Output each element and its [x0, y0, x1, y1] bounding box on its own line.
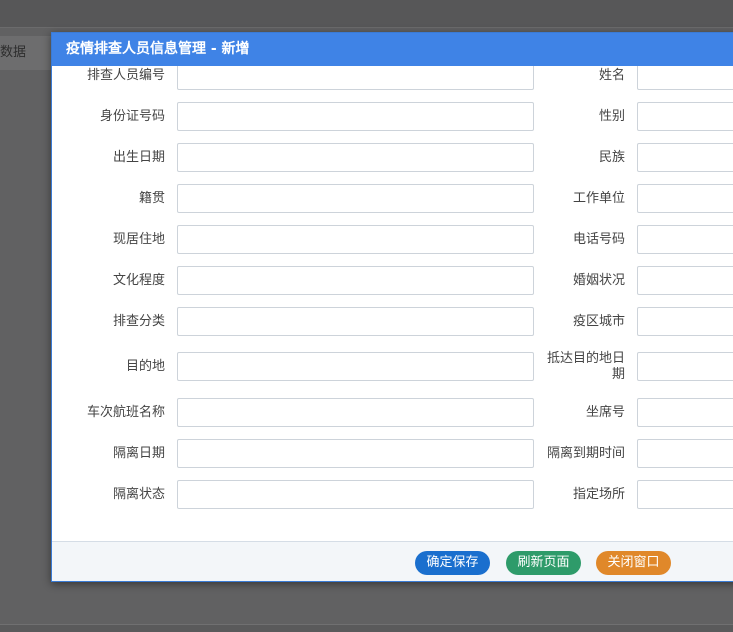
form-label-left: 排查人员编号 [86, 68, 165, 83]
top-strip [0, 0, 733, 28]
form-label-left: 车次航班名称 [86, 405, 165, 420]
form-label-right: 民族 [598, 150, 625, 165]
background-tab-label: 数据 [0, 45, 27, 60]
form-row: 身份证号码 性别 [52, 102, 733, 132]
form-input-left[interactable] [177, 225, 534, 254]
form-input-right[interactable] [637, 307, 733, 336]
form-label-right: 隔离到期时间 [546, 446, 625, 461]
form-input-left[interactable] [177, 352, 534, 381]
form-input-right[interactable] [637, 225, 733, 254]
form-label-left: 隔离状态 [112, 487, 165, 502]
form-label-right: 电话号码 [572, 232, 625, 247]
form-input-right[interactable] [637, 480, 733, 509]
form-input-left[interactable] [177, 102, 534, 131]
form-row: 现居住地 电话号码 [52, 225, 733, 255]
background-tab[interactable]: 数据 [0, 36, 52, 70]
refresh-button[interactable]: 刷新页面 [506, 551, 581, 575]
form-input-right[interactable] [637, 352, 733, 381]
form-input-left[interactable] [177, 398, 534, 427]
form-input-left[interactable] [177, 143, 534, 172]
form-input-left[interactable] [177, 307, 534, 336]
form-row: 目的地 抵达目的地日期 [52, 351, 733, 382]
form-label-left: 籍贯 [138, 191, 165, 206]
form-label-left: 隔离日期 [112, 446, 165, 461]
save-button[interactable]: 确定保存 [415, 551, 490, 575]
form-input-right[interactable] [637, 439, 733, 468]
form-label-right: 坐席号 [585, 405, 625, 420]
form-row: 出生日期 民族 [52, 143, 733, 173]
form-label-left: 目的地 [125, 359, 165, 374]
dialog-title: 疫情排查人员信息管理 - 新增 [66, 41, 250, 57]
form-label-left: 出生日期 [112, 150, 165, 165]
form-row: 隔离日期 隔离到期时间 [52, 439, 733, 469]
form-label-right: 性别 [598, 109, 625, 124]
form-input-right[interactable] [637, 266, 733, 295]
form-label-left: 文化程度 [112, 273, 165, 288]
add-record-dialog: 疫情排查人员信息管理 - 新增 排查人员编号 姓名身份证号码 性别出生日期 民族籍贯 工… [51, 32, 733, 582]
form-row: 排查人员编号 姓名 [52, 66, 733, 91]
dialog-header[interactable]: 疫情排查人员信息管理 - 新增 [52, 33, 733, 66]
form-input-left[interactable] [177, 184, 534, 213]
form-input-right[interactable] [637, 184, 733, 213]
form-label-right: 婚姻状况 [572, 273, 625, 288]
dialog-body: 排查人员编号 姓名身份证号码 性别出生日期 民族籍贯 工作单位现居住地 电话号码文化程度 婚… [52, 66, 733, 541]
form-input-left[interactable] [177, 266, 534, 295]
form-input-right[interactable] [637, 398, 733, 427]
form-row: 隔离状态 指定场所 [52, 480, 733, 510]
form-row: 籍贯 工作单位 [52, 184, 733, 214]
form-label-right: 工作单位 [572, 191, 625, 206]
form-row: 车次航班名称 坐席号 [52, 398, 733, 428]
form-label-left: 身份证号码 [99, 109, 165, 124]
close-window-button[interactable]: 关闭窗口 [596, 551, 671, 575]
form-label-right: 疫区城市 [572, 314, 625, 329]
form-row: 文化程度 婚姻状况 [52, 266, 733, 296]
form-input-right[interactable] [637, 102, 733, 131]
form-input-left[interactable] [177, 66, 534, 90]
form-label-right: 姓名 [598, 68, 625, 83]
form-label-left: 现居住地 [112, 232, 165, 247]
dialog-footer: 确定保存 刷新页面 关闭窗口 [52, 541, 733, 581]
form-input-right[interactable] [637, 143, 733, 172]
form-input-left[interactable] [177, 439, 534, 468]
form-input-left[interactable] [177, 480, 534, 509]
bottom-line [0, 624, 733, 632]
form-input-right[interactable] [637, 66, 733, 90]
form-label-left: 排查分类 [112, 314, 165, 329]
form-label-right: 抵达目的地日期 [546, 351, 625, 382]
form-label-right: 指定场所 [572, 487, 625, 502]
form-row: 排查分类 疫区城市 [52, 307, 733, 337]
